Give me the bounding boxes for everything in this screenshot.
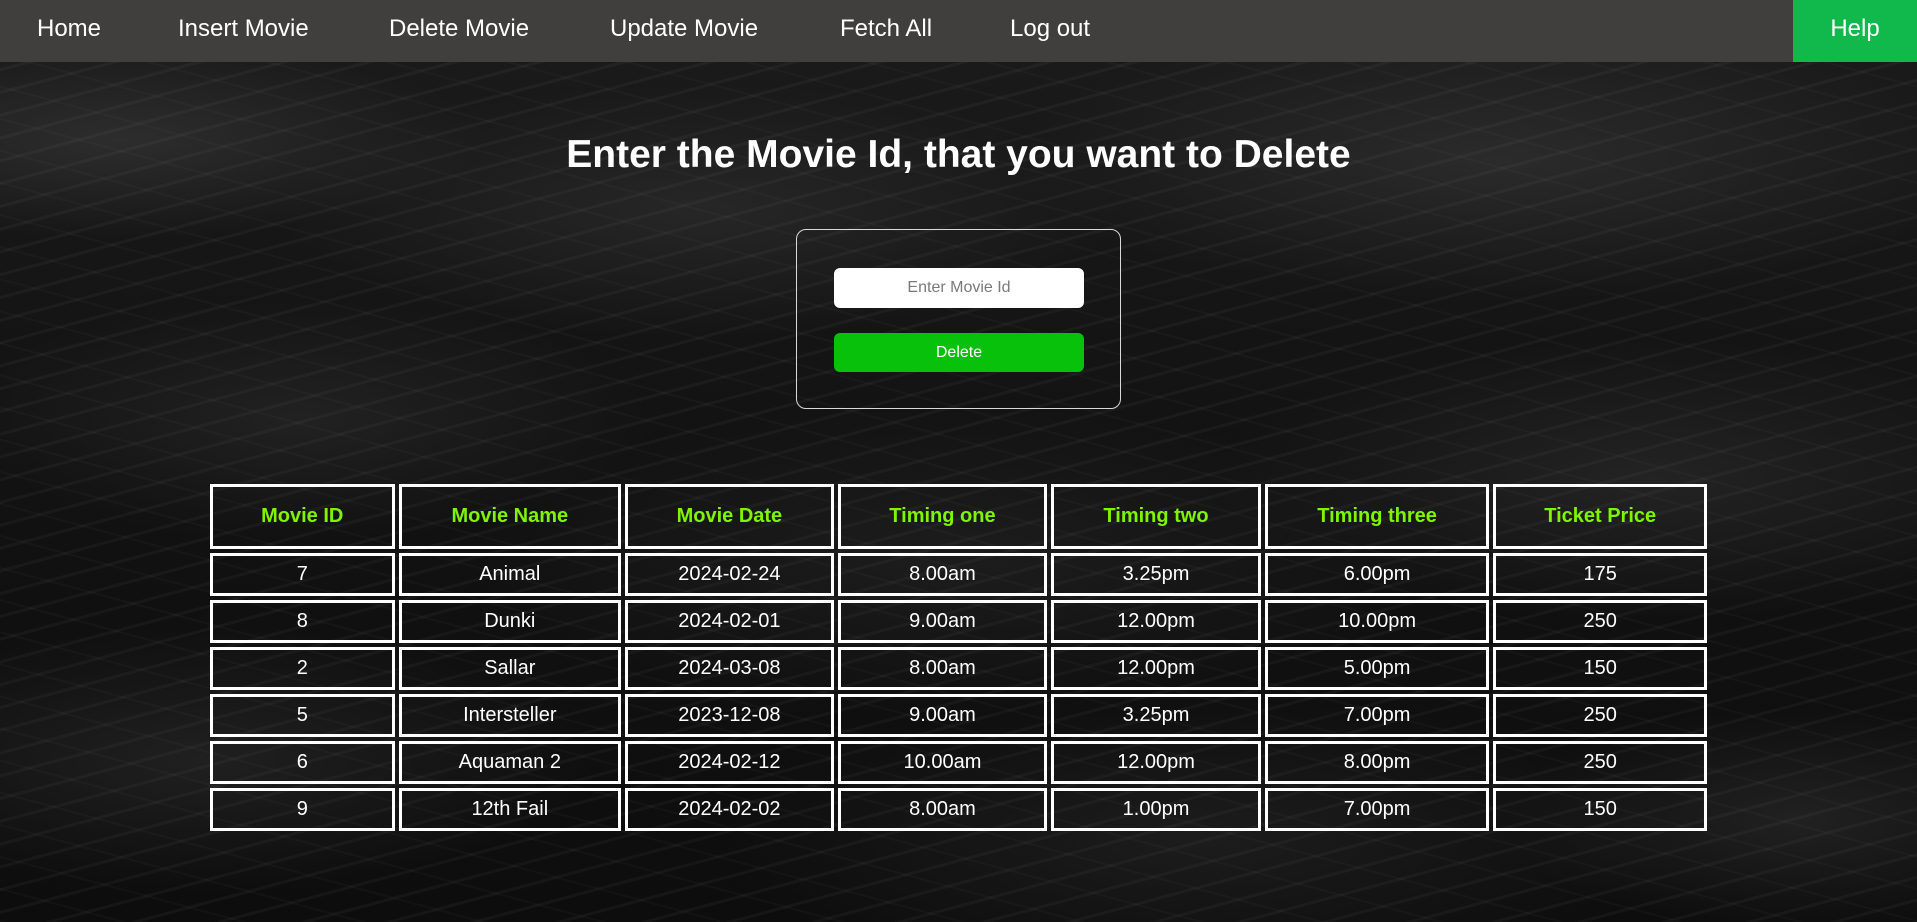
cell-timing-two: 3.25pm [1051, 694, 1261, 737]
cell-timing-three: 8.00pm [1264, 741, 1490, 784]
cell-ticket-price: 150 [1493, 647, 1707, 690]
nav-insert-movie[interactable]: Insert Movie [178, 0, 309, 62]
cell-movie-name: Aquaman 2 [398, 741, 622, 784]
movie-id-input[interactable] [834, 268, 1084, 308]
cell-movie-id: 9 [210, 788, 395, 831]
cell-movie-date: 2024-03-08 [625, 647, 834, 690]
cell-timing-one: 8.00am [837, 788, 1048, 831]
table-row: 9 12th Fail 2024-02-02 8.00am 1.00pm 7.0… [210, 788, 1707, 831]
cell-movie-id: 6 [210, 741, 395, 784]
table-row: 5 Intersteller 2023-12-08 9.00am 3.25pm … [210, 694, 1707, 737]
nav-log-out[interactable]: Log out [1010, 0, 1090, 62]
cell-ticket-price: 250 [1493, 600, 1707, 643]
cell-timing-two: 12.00pm [1051, 647, 1261, 690]
cell-movie-id: 8 [210, 600, 395, 643]
nav-fetch-all[interactable]: Fetch All [840, 0, 932, 62]
cell-movie-date: 2024-02-01 [625, 600, 834, 643]
cell-movie-name: 12th Fail [398, 788, 622, 831]
cell-timing-two: 12.00pm [1051, 600, 1261, 643]
cell-movie-id: 7 [210, 553, 395, 596]
page-title: Enter the Movie Id, that you want to Del… [566, 133, 1351, 176]
cell-timing-three: 6.00pm [1264, 553, 1490, 596]
cell-timing-one: 9.00am [837, 600, 1048, 643]
cell-movie-date: 2024-02-02 [625, 788, 834, 831]
nav-home[interactable]: Home [37, 0, 101, 62]
nav-delete-movie[interactable]: Delete Movie [389, 0, 529, 62]
movies-table: Movie ID Movie Name Movie Date Timing on… [206, 480, 1711, 835]
cell-movie-name: Animal [398, 553, 622, 596]
table-row: 7 Animal 2024-02-24 8.00am 3.25pm 6.00pm… [210, 553, 1707, 596]
cell-timing-three: 7.00pm [1264, 694, 1490, 737]
cell-timing-two: 3.25pm [1051, 553, 1261, 596]
cell-ticket-price: 150 [1493, 788, 1707, 831]
table-row: 2 Sallar 2024-03-08 8.00am 12.00pm 5.00p… [210, 647, 1707, 690]
cell-timing-one: 8.00am [837, 553, 1048, 596]
header-timing-one: Timing one [837, 484, 1048, 549]
cell-movie-id: 5 [210, 694, 395, 737]
header-timing-three: Timing three [1264, 484, 1490, 549]
header-movie-name: Movie Name [398, 484, 622, 549]
cell-ticket-price: 250 [1493, 741, 1707, 784]
cell-timing-one: 9.00am [837, 694, 1048, 737]
header-movie-date: Movie Date [625, 484, 834, 549]
cell-timing-one: 10.00am [837, 741, 1048, 784]
delete-form: Delete [796, 229, 1121, 409]
cell-ticket-price: 175 [1493, 553, 1707, 596]
cell-timing-two: 1.00pm [1051, 788, 1261, 831]
cell-movie-date: 2024-02-12 [625, 741, 834, 784]
cell-movie-date: 2024-02-24 [625, 553, 834, 596]
cell-movie-name: Dunki [398, 600, 622, 643]
header-movie-id: Movie ID [210, 484, 395, 549]
delete-button[interactable]: Delete [834, 333, 1084, 372]
top-navbar: Home Insert Movie Delete Movie Update Mo… [0, 0, 1917, 62]
cell-timing-three: 7.00pm [1264, 788, 1490, 831]
cell-timing-two: 12.00pm [1051, 741, 1261, 784]
table-row: 8 Dunki 2024-02-01 9.00am 12.00pm 10.00p… [210, 600, 1707, 643]
cell-movie-name: Intersteller [398, 694, 622, 737]
cell-ticket-price: 250 [1493, 694, 1707, 737]
table-header-row: Movie ID Movie Name Movie Date Timing on… [210, 484, 1707, 549]
cell-timing-three: 5.00pm [1264, 647, 1490, 690]
header-ticket-price: Ticket Price [1493, 484, 1707, 549]
help-button[interactable]: Help [1793, 0, 1917, 62]
cell-timing-three: 10.00pm [1264, 600, 1490, 643]
cell-movie-id: 2 [210, 647, 395, 690]
cell-movie-name: Sallar [398, 647, 622, 690]
cell-movie-date: 2023-12-08 [625, 694, 834, 737]
header-timing-two: Timing two [1051, 484, 1261, 549]
nav-update-movie[interactable]: Update Movie [610, 0, 758, 62]
table-row: 6 Aquaman 2 2024-02-12 10.00am 12.00pm 8… [210, 741, 1707, 784]
cell-timing-one: 8.00am [837, 647, 1048, 690]
